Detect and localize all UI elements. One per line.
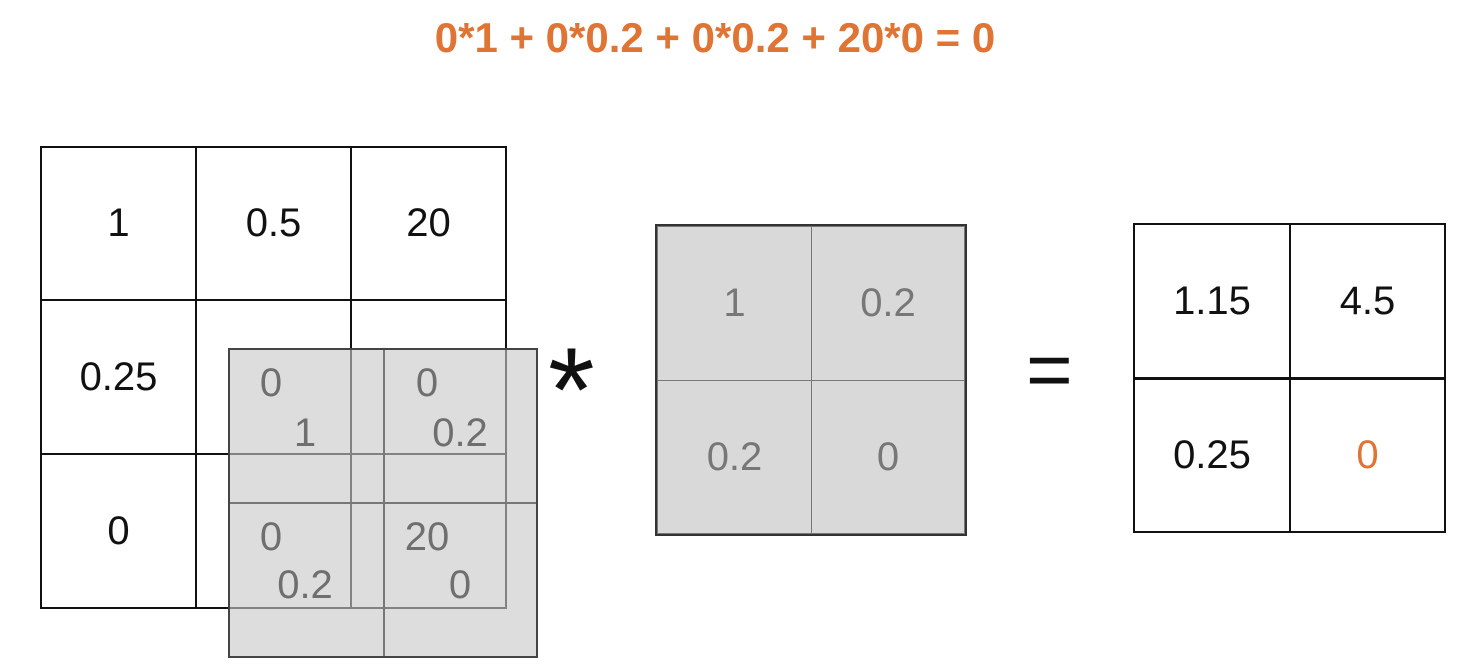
overlay-input-value: 20 (404, 515, 450, 559)
kernel-cell: 1 (657, 226, 812, 381)
overlay-kernel-value: 0.2 (432, 411, 488, 455)
overlay-kernel-value: 0.2 (277, 563, 333, 607)
convolution-operator: * (548, 323, 595, 457)
overlay-kernel-value: 0 (448, 563, 472, 607)
overlay-input-value: 0 (259, 361, 283, 405)
input-cell: 1 (40, 146, 197, 301)
kernel-cell: 0.2 (811, 226, 965, 381)
input-cell: 0.25 (40, 299, 197, 455)
input-cell: 0.5 (195, 146, 352, 301)
output-cell: 1.15 (1133, 223, 1291, 380)
equals-sign: = (1026, 325, 1073, 414)
input-cell: 0 (40, 453, 197, 609)
overlay-input-value: 0 (415, 361, 439, 405)
overlay-divider (230, 502, 536, 504)
kernel-cell: 0.2 (657, 380, 812, 534)
output-cell-highlighted: 0 (1289, 377, 1446, 533)
input-cell: 20 (350, 146, 507, 301)
overlay-input-value: 0 (259, 515, 283, 559)
output-cell: 4.5 (1289, 223, 1446, 380)
overlay-kernel-value: 1 (293, 411, 317, 455)
kernel-cell: 0 (811, 380, 965, 534)
equation-title: 0*1 + 0*0.2 + 0*0.2 + 20*0 = 0 (434, 14, 996, 61)
output-cell: 0.25 (1133, 377, 1291, 533)
kernel-matrix: 1 0.2 0.2 0 (655, 224, 967, 536)
